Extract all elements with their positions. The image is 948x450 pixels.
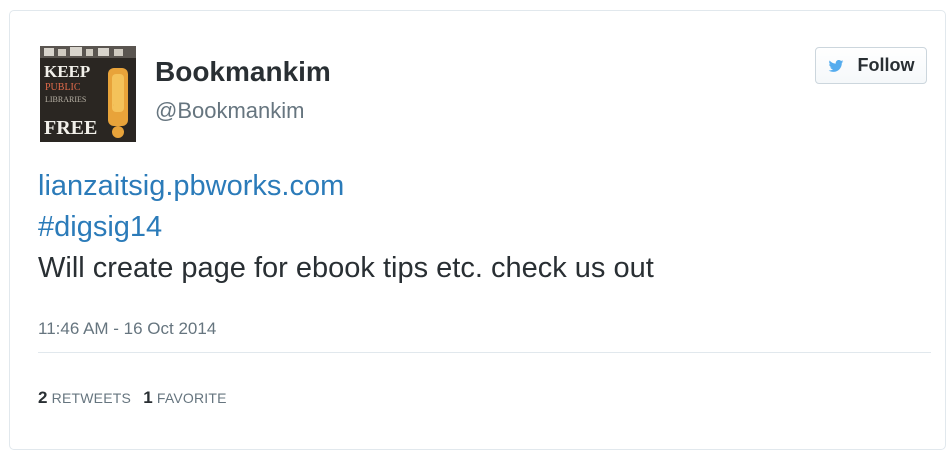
- avatar-text-free: FREE: [44, 117, 97, 139]
- tweet-stats: 2 RETWEETS 1 FAVORITE: [38, 388, 235, 409]
- retweets-label: RETWEETS: [51, 390, 132, 406]
- author-handle[interactable]: @Bookmankim: [155, 97, 305, 125]
- author-name[interactable]: Bookmankim: [155, 55, 331, 89]
- divider: [38, 352, 931, 353]
- tweet-text: lianzaitsig.pbworks.com #digsig14 Will c…: [38, 166, 918, 289]
- tweet-body: Will create page for ebook tips etc. che…: [38, 252, 654, 284]
- avatar[interactable]: KEEP PUBLIC LIBRARIES FREE !: [40, 46, 136, 142]
- twitter-bird-icon: [828, 60, 844, 72]
- follow-button-label: Follow: [857, 55, 915, 75]
- retweets-stat[interactable]: 2 RETWEETS: [38, 388, 135, 407]
- favorites-label: FAVORITE: [156, 390, 227, 406]
- tweet-link[interactable]: lianzaitsig.pbworks.com: [38, 170, 344, 202]
- avatar-text-keep: KEEP: [44, 62, 90, 81]
- favorites-count: 1: [143, 388, 153, 407]
- favorites-stat[interactable]: 1 FAVORITE: [143, 388, 227, 407]
- tweet-timestamp[interactable]: 11:46 AM - 16 Oct 2014: [38, 318, 216, 340]
- follow-button[interactable]: Follow: [815, 47, 927, 84]
- tweet-hashtag[interactable]: #digsig14: [38, 211, 162, 243]
- retweets-count: 2: [38, 388, 48, 407]
- avatar-text-public: PUBLIC: [45, 82, 81, 93]
- avatar-text-libraries: LIBRARIES: [45, 95, 86, 104]
